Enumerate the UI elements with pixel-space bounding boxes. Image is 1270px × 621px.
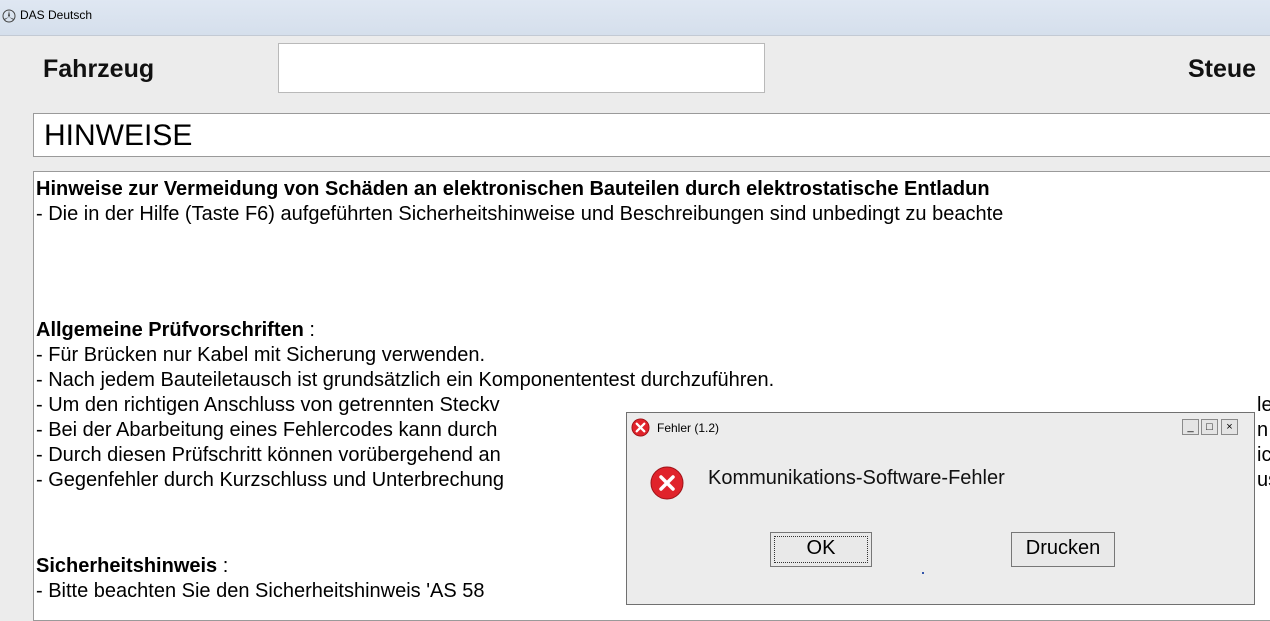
error-icon xyxy=(650,466,684,500)
section-heading-row: Allgemeine Prüfvorschriften : xyxy=(36,319,315,342)
error-dialog: Fehler (1.2) _ □ × Kommunikations-Softwa… xyxy=(626,412,1255,605)
error-message: Kommunikations-Software-Fehler xyxy=(708,467,1005,489)
dialog-code: (1.2) xyxy=(694,421,720,435)
stray-pixel xyxy=(922,572,924,574)
dialog-title: Fehler xyxy=(657,421,692,435)
window-titlebar: DAS Deutsch xyxy=(0,0,1270,36)
dialog-title-row: Fehler (1.2) xyxy=(657,421,719,435)
mercedes-star-icon xyxy=(2,9,16,23)
notes-heading: Hinweise zur Vermeidung von Schäden an e… xyxy=(36,178,990,200)
print-button[interactable]: Drucken xyxy=(1011,532,1115,567)
section-colon: : xyxy=(303,319,315,341)
section-title-box: HINWEISE xyxy=(33,113,1270,157)
notes-line-tail: ic xyxy=(1257,444,1270,466)
error-icon xyxy=(631,418,650,437)
notes-line: - Die in der Hilfe (Taste F6) aufgeführt… xyxy=(36,203,1004,225)
window-title: DAS Deutsch xyxy=(20,8,93,22)
notes-line-tail: n xyxy=(1257,419,1269,441)
dialog-body: Kommunikations-Software-Fehler OK Drucke… xyxy=(640,447,1240,595)
maximize-button[interactable]: □ xyxy=(1201,419,1218,435)
notes-line: - Um den richtigen Anschluss von getrenn… xyxy=(36,394,500,416)
notes-line: - Gegenfehler durch Kurzschluss und Unte… xyxy=(36,469,505,491)
section-heading: Allgemeine Prüfvorschriften xyxy=(36,319,304,341)
section-title: HINWEISE xyxy=(44,119,193,152)
vehicle-field[interactable] xyxy=(278,43,765,93)
notes-line: - Bei der Abarbeitung eines Fehlercodes … xyxy=(36,419,498,441)
safety-heading: Sicherheitshinweis xyxy=(36,555,218,577)
close-button[interactable]: × xyxy=(1221,419,1238,435)
notes-line-tail: le xyxy=(1257,394,1270,416)
notes-line-tail: us xyxy=(1257,469,1270,491)
notes-line: - Nach jedem Bauteiletausch ist grundsät… xyxy=(36,369,775,391)
minimize-button[interactable]: _ xyxy=(1182,419,1199,435)
vehicle-label: Fahrzeug xyxy=(43,55,155,83)
steuer-label: Steue xyxy=(1188,55,1257,83)
ok-button[interactable]: OK xyxy=(770,532,872,567)
safety-heading-row: Sicherheitshinweis : xyxy=(36,555,228,578)
notes-line: - Durch diesen Prüfschritt können vorübe… xyxy=(36,444,501,466)
notes-line: - Bitte beachten Sie den Sicherheitshinw… xyxy=(36,580,485,602)
notes-line: - Für Brücken nur Kabel mit Sicherung ve… xyxy=(36,344,486,366)
dialog-titlebar: Fehler (1.2) _ □ × xyxy=(627,413,1254,441)
safety-colon: : xyxy=(217,555,229,577)
